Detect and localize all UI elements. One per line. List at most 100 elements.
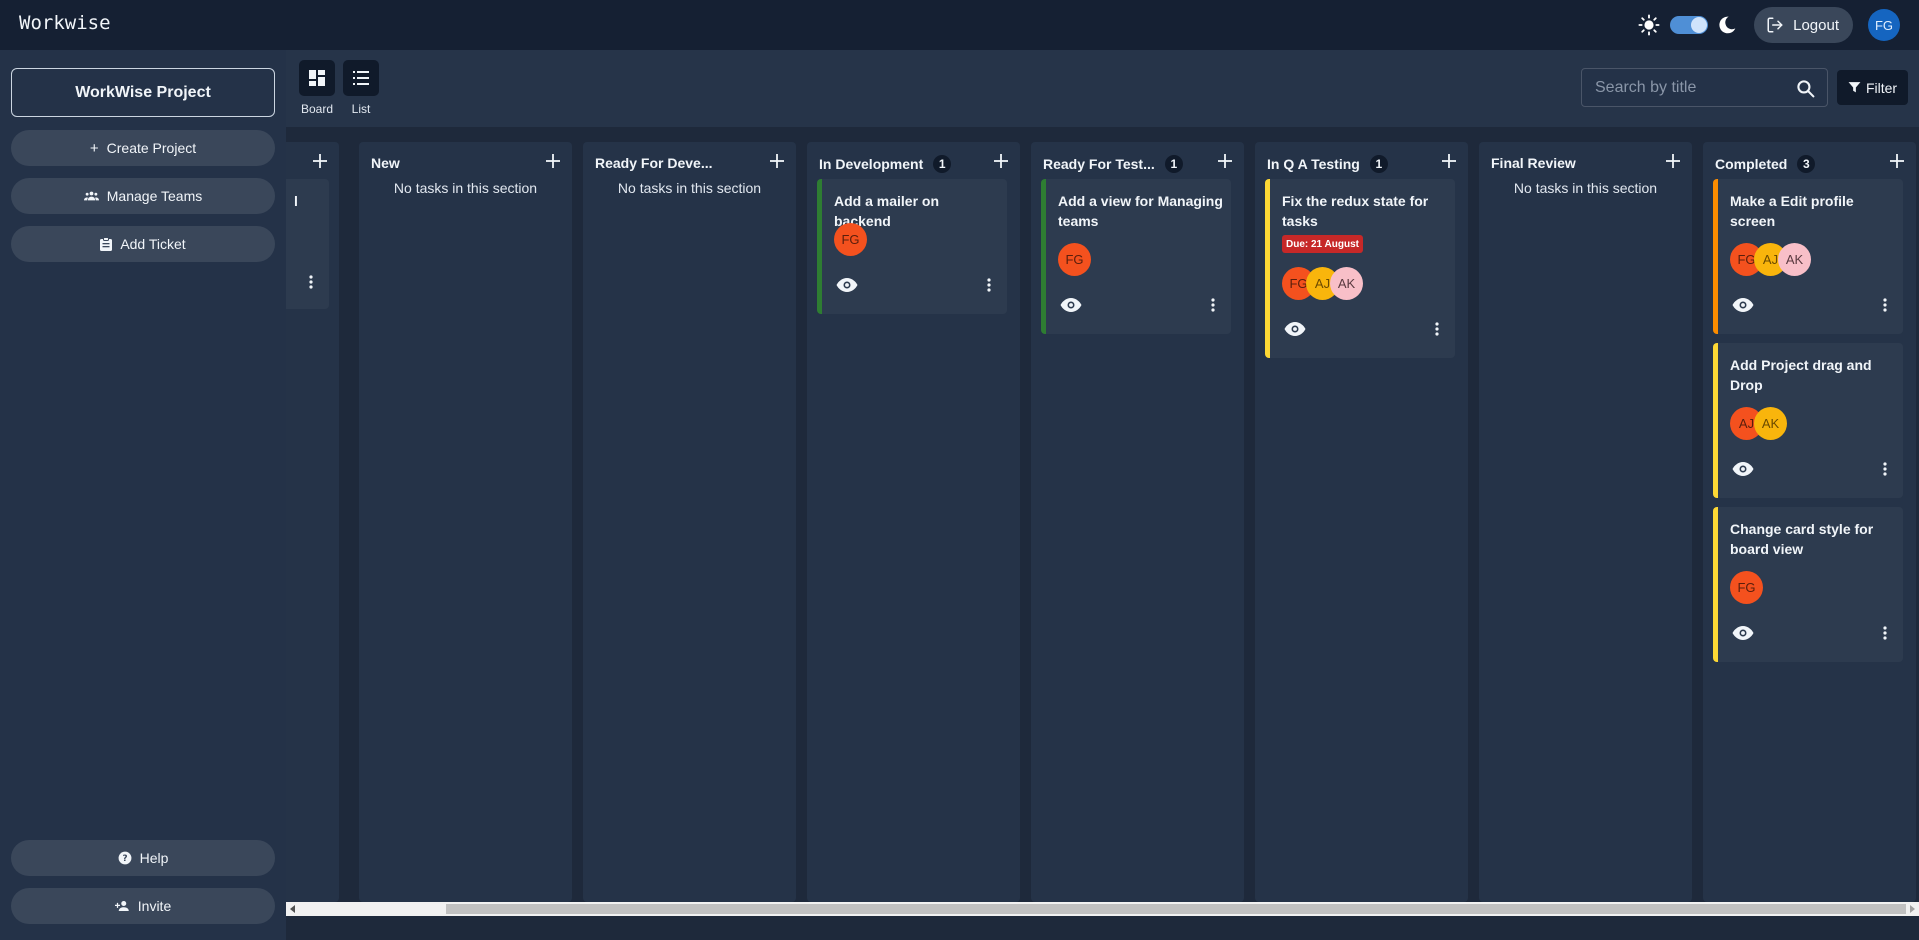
add-task-icon[interactable]	[992, 152, 1010, 170]
person-add-icon	[114, 901, 129, 911]
sidebar: WorkWise Project + Create Project Manage…	[0, 50, 286, 940]
create-project-button[interactable]: + Create Project	[11, 130, 275, 166]
avatar[interactable]: AK	[1330, 267, 1363, 300]
top-right-controls: Logout FG	[1636, 5, 1900, 45]
manage-teams-button[interactable]: Manage Teams	[11, 178, 275, 214]
add-task-icon[interactable]	[1888, 152, 1906, 170]
more-options-icon[interactable]	[1883, 626, 1887, 640]
toolbar: Board List Filter	[286, 50, 1919, 127]
column-header: Final Review	[1491, 155, 1576, 171]
add-task-icon[interactable]	[1664, 152, 1682, 170]
user-avatar[interactable]: FG	[1868, 9, 1900, 41]
task-card-title: Add a view for Managing teams	[1058, 193, 1223, 229]
search-icon[interactable]	[1796, 79, 1815, 98]
plus-icon: +	[89, 139, 99, 157]
scroll-right-arrow-icon[interactable]	[1910, 905, 1915, 913]
column-title: Ready For Deve...	[595, 155, 713, 171]
create-project-label: Create Project	[106, 140, 197, 156]
scroll-left-arrow-icon[interactable]	[290, 905, 295, 913]
logout-label: Logout	[1793, 16, 1839, 34]
column-partial: l	[286, 142, 339, 902]
avatar[interactable]: AK	[1754, 407, 1787, 440]
add-task-icon[interactable]	[544, 152, 562, 170]
help-icon: ?	[118, 851, 132, 865]
help-label: Help	[139, 850, 169, 866]
more-options-icon[interactable]	[1883, 298, 1887, 312]
scrollbar-thumb[interactable]	[446, 904, 1906, 914]
assignee-avatars: FG AJ AK	[1282, 267, 1363, 300]
project-title-button[interactable]: WorkWise Project	[11, 68, 275, 117]
column-header: In Q A Testing 1	[1267, 155, 1388, 173]
column-title: Completed	[1715, 156, 1788, 172]
column-title: In Development	[819, 156, 924, 172]
board-horizontal-scrollbar[interactable]	[286, 902, 1919, 916]
more-options-icon[interactable]	[987, 278, 991, 292]
column-in-qa-testing: In Q A Testing 1 Fix the redux state for…	[1255, 142, 1468, 902]
task-card-title: Change card style for board view	[1730, 521, 1874, 557]
add-ticket-label: Add Ticket	[120, 236, 186, 252]
clipboard-icon	[100, 237, 113, 251]
column-title: In Q A Testing	[1267, 156, 1360, 172]
column-title: Final Review	[1491, 155, 1576, 171]
add-task-icon[interactable]	[1440, 152, 1458, 170]
column-header: Ready For Test... 1	[1043, 155, 1183, 173]
task-card[interactable]: Fix the redux state for tasks Due: 21 Au…	[1265, 179, 1455, 358]
task-card[interactable]: Add a view for Managing teams FG	[1041, 179, 1231, 334]
task-card-title: Fix the redux state for tasks	[1282, 193, 1429, 229]
invite-button[interactable]: Invite	[11, 888, 275, 924]
moon-icon[interactable]	[1714, 12, 1740, 38]
task-count-badge: 1	[1369, 155, 1388, 173]
more-options-icon[interactable]	[1883, 462, 1887, 476]
manage-teams-label: Manage Teams	[106, 188, 203, 204]
logout-button[interactable]: Logout	[1754, 7, 1853, 43]
board-view-button[interactable]: Board	[299, 60, 335, 116]
due-date-badge: Due: 21 August	[1282, 235, 1363, 253]
task-card-title: Make a Edit profile screen	[1730, 193, 1854, 229]
task-card[interactable]: Add a mailer on backend FG	[817, 179, 1007, 314]
avatar[interactable]: FG	[1058, 243, 1091, 276]
eye-icon[interactable]	[1732, 626, 1754, 640]
column-final-review: Final Review No tasks in this section	[1479, 142, 1692, 902]
task-count-badge: 3	[1797, 155, 1816, 173]
task-count-badge: 1	[1164, 155, 1183, 173]
assignee-avatars: FG AJ AK	[1730, 243, 1811, 276]
column-header: Ready For Deve...	[595, 155, 713, 171]
help-button[interactable]: ? Help	[11, 840, 275, 876]
eye-icon[interactable]	[1284, 322, 1306, 336]
search-input[interactable]	[1595, 78, 1785, 97]
theme-toggle[interactable]	[1670, 16, 1709, 34]
filter-button[interactable]: Filter	[1837, 70, 1908, 105]
avatar[interactable]: FG	[834, 223, 867, 256]
eye-icon[interactable]	[1060, 298, 1082, 312]
task-card[interactable]: l	[286, 179, 329, 309]
column-ready-for-development: Ready For Deve... No tasks in this secti…	[583, 142, 796, 902]
more-options-icon[interactable]	[1211, 298, 1215, 312]
assignee-avatars: FG	[1730, 571, 1763, 604]
avatar[interactable]: FG	[1730, 571, 1763, 604]
top-bar: Workwise Logout FG	[0, 0, 1919, 50]
column-completed: Completed 3 Make a Edit profile screen F…	[1703, 142, 1916, 902]
add-task-icon[interactable]	[1216, 152, 1234, 170]
task-card[interactable]: Change card style for board view FG	[1713, 507, 1903, 662]
task-card[interactable]: Make a Edit profile screen FG AJ AK	[1713, 179, 1903, 334]
add-task-icon[interactable]	[768, 152, 786, 170]
add-task-icon[interactable]	[311, 152, 329, 170]
eye-icon[interactable]	[1732, 462, 1754, 476]
task-card[interactable]: Add Project drag and Drop AJ AK	[1713, 343, 1903, 498]
list-view-button[interactable]: List	[343, 60, 379, 116]
avatar[interactable]: AK	[1778, 243, 1811, 276]
column-ready-for-testing: Ready For Test... 1 Add a view for Manag…	[1031, 142, 1244, 902]
assignee-avatars: FG	[834, 223, 867, 256]
assignee-avatars: AJ AK	[1730, 407, 1787, 440]
task-card-title: l	[294, 193, 298, 209]
task-count-badge: 1	[933, 155, 952, 173]
app-title: Workwise	[19, 12, 111, 34]
eye-icon[interactable]	[836, 278, 858, 292]
add-ticket-button[interactable]: Add Ticket	[11, 226, 275, 262]
more-options-icon[interactable]	[1435, 322, 1439, 336]
more-options-icon[interactable]	[309, 275, 313, 289]
assignee-avatars: FG	[1058, 243, 1091, 276]
column-title: Ready For Test...	[1043, 156, 1155, 172]
eye-icon[interactable]	[1732, 298, 1754, 312]
sun-icon[interactable]	[1636, 12, 1662, 38]
